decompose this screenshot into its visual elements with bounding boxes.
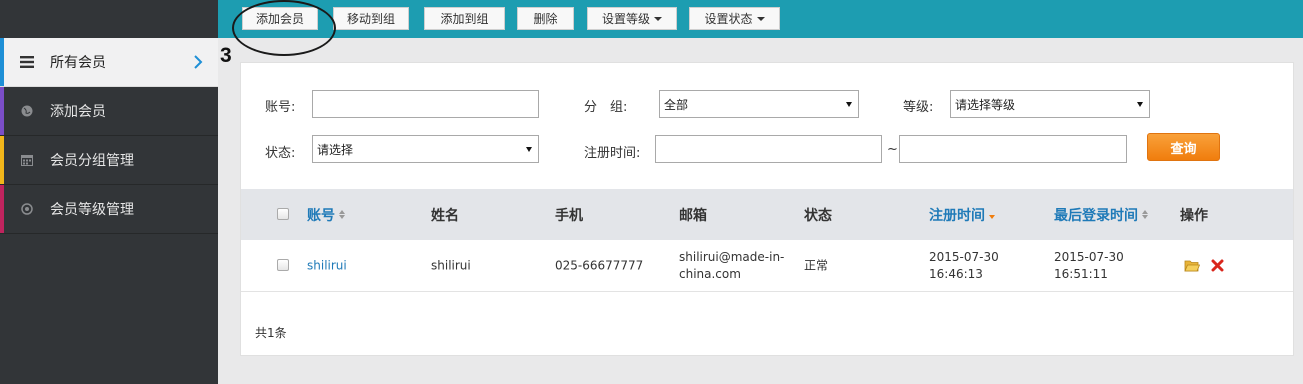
- select-arrow-icon: [846, 102, 852, 107]
- sidebar-header: [0, 0, 218, 38]
- regtime-label: 注册时间:: [584, 146, 641, 161]
- sidebar-item-accent-bar: [0, 136, 4, 184]
- caret-down-icon: [654, 16, 662, 21]
- add-to-group-button[interactable]: 添加到组: [424, 7, 505, 30]
- target-icon: [20, 202, 34, 216]
- cell-email-line1: shilirui@made-in-: [679, 249, 785, 264]
- level-label: 等级:: [903, 100, 934, 115]
- total-count: 共1条: [255, 326, 287, 340]
- set-status-dropdown[interactable]: 设置状态: [689, 7, 780, 30]
- set-level-label: 设置等级: [601, 12, 650, 26]
- set-level-dropdown[interactable]: 设置等级: [587, 7, 677, 30]
- sidebar-item-accent-bar: [0, 87, 4, 135]
- column-header-last-login[interactable]: 最后登录时间: [1054, 205, 1148, 225]
- column-header-reg-time[interactable]: 注册时间: [929, 205, 995, 225]
- sidebar-item-add-member[interactable]: 添加会员: [0, 87, 218, 136]
- sidebar-item-accent-bar: [0, 185, 4, 233]
- account-input[interactable]: [312, 90, 539, 118]
- cell-email: shilirui@made-in- china.com: [679, 249, 784, 283]
- column-header-label: 最后登录时间: [1054, 207, 1138, 224]
- sort-icon: [1142, 210, 1148, 219]
- cell-account-link[interactable]: shilirui: [307, 257, 347, 274]
- select-arrow-icon: [1137, 102, 1143, 107]
- sidebar-item-label: 会员等级管理: [50, 202, 134, 218]
- column-header-label: 账号: [307, 207, 335, 224]
- chevron-right-icon: [192, 54, 204, 70]
- select-arrow-icon: [526, 147, 532, 152]
- row-checkbox[interactable]: [277, 259, 289, 271]
- set-status-label: 设置状态: [704, 12, 753, 26]
- delete-x-icon[interactable]: [1211, 259, 1224, 276]
- cell-reg-clock: 16:46:13: [929, 266, 983, 281]
- sidebar-item-label: 所有会员: [50, 55, 106, 71]
- group-select-value: 全部: [664, 97, 689, 112]
- main-panel: 账号: 分 组: 全部 等级: 请选择等级 状态: 请选择 注册时间: ~ 查询…: [240, 62, 1294, 356]
- cell-reg-time: 2015-07-30 16:46:13: [929, 249, 999, 283]
- step-number: 3: [220, 44, 232, 67]
- cell-last-login: 2015-07-30 16:51:11: [1054, 249, 1124, 283]
- move-to-group-button[interactable]: 移动到组: [333, 7, 409, 30]
- sort-desc-icon: [989, 210, 995, 219]
- caret-down-icon: [756, 16, 765, 21]
- cell-email-line2: china.com: [679, 266, 741, 281]
- table-header: 账号 姓名 手机 邮箱 状态 注册时间 最后登录时间 操作: [241, 189, 1293, 240]
- column-header-status: 状态: [804, 207, 832, 224]
- sidebar-item-label: 会员分组管理: [50, 153, 134, 169]
- edit-folder-icon[interactable]: [1184, 259, 1201, 276]
- column-header-label: 注册时间: [929, 207, 985, 224]
- status-select-value: 请选择: [317, 142, 354, 157]
- cell-name: shilirui: [431, 258, 471, 272]
- select-all-checkbox[interactable]: [277, 208, 289, 220]
- sidebar: 所有会员 添加会员 会员分组管理 会员等级管理: [0, 0, 218, 384]
- column-header-email: 邮箱: [679, 207, 707, 224]
- calendar-icon: [20, 153, 34, 167]
- sidebar-item-all-members[interactable]: 所有会员: [0, 38, 218, 87]
- cell-login-date: 2015-07-30: [1054, 249, 1124, 264]
- cell-phone: 025-66677777: [555, 258, 644, 272]
- sort-icon: [339, 210, 345, 219]
- status-label: 状态:: [265, 146, 296, 161]
- query-button[interactable]: 查询: [1147, 133, 1220, 161]
- column-header-phone: 手机: [555, 207, 583, 224]
- regtime-start-input[interactable]: [655, 135, 882, 163]
- column-header-account[interactable]: 账号: [307, 205, 345, 225]
- cell-login-clock: 16:51:11: [1054, 266, 1108, 281]
- globe-icon: [20, 104, 34, 118]
- add-member-button[interactable]: 添加会员: [242, 7, 318, 30]
- list-icon: [20, 55, 34, 69]
- column-header-actions: 操作: [1180, 207, 1208, 224]
- sidebar-item-level-management[interactable]: 会员等级管理: [0, 185, 218, 234]
- column-header-name: 姓名: [431, 207, 459, 224]
- sidebar-item-accent-bar: [0, 38, 4, 86]
- regtime-end-input[interactable]: [899, 135, 1127, 163]
- cell-status: 正常: [804, 258, 829, 272]
- level-select[interactable]: 请选择等级: [950, 90, 1150, 118]
- sidebar-item-label: 添加会员: [50, 104, 106, 120]
- level-select-value: 请选择等级: [955, 97, 1016, 112]
- table-row: shilirui shilirui 025-66677777 shilirui@…: [241, 240, 1293, 292]
- cell-reg-date: 2015-07-30: [929, 249, 999, 264]
- sidebar-item-group-management[interactable]: 会员分组管理: [0, 136, 218, 185]
- group-select[interactable]: 全部: [659, 90, 859, 118]
- status-select[interactable]: 请选择: [312, 135, 539, 163]
- group-label: 分 组:: [584, 100, 628, 115]
- account-label: 账号:: [265, 100, 296, 115]
- delete-button[interactable]: 删除: [517, 7, 574, 30]
- regtime-separator: ~: [887, 142, 898, 157]
